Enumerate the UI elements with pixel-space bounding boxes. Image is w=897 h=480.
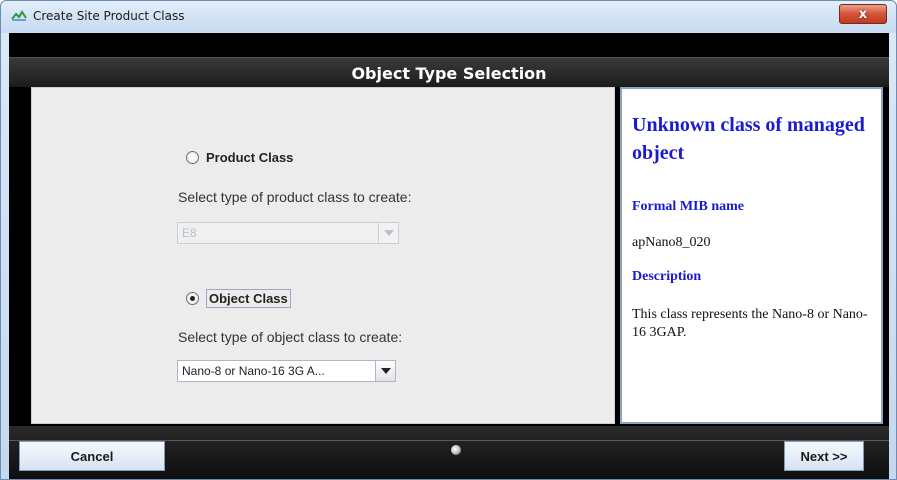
object-class-dropdown-value: Nano-8 or Nano-16 3G A... [182, 364, 325, 378]
product-class-option[interactable]: Product Class [186, 150, 293, 165]
close-icon: x [858, 6, 868, 22]
product-class-dropdown-value: E8 [182, 226, 197, 240]
mib-name-heading: Formal MIB name [632, 199, 744, 214]
dialog-window: Create Site Product Class x Object Type … [0, 0, 897, 480]
product-class-label[interactable]: Product Class [206, 150, 293, 165]
page-title: Object Type Selection [351, 64, 547, 83]
cancel-button[interactable]: Cancel [19, 441, 165, 471]
info-panel: Unknown class of managed object Formal M… [620, 87, 883, 424]
description-text: This class represents the Nano-8 or Nano… [632, 307, 868, 340]
next-button[interactable]: Next >> [784, 441, 864, 471]
app-icon [11, 10, 27, 21]
status-indicator-icon [451, 445, 461, 455]
header-bar: Object Type Selection [9, 57, 889, 87]
info-heading: Unknown class of managed object [632, 114, 865, 164]
object-class-option[interactable]: Object Class [186, 289, 291, 308]
description-heading: Description [632, 269, 702, 284]
mib-name-value: apNano8_020 [632, 235, 711, 250]
object-class-label[interactable]: Object Class [206, 289, 291, 308]
content-frame: Object Type Selection Product Class Sele… [9, 33, 889, 479]
object-class-dropdown[interactable]: Nano-8 or Nano-16 3G A... [177, 360, 396, 382]
chevron-down-icon [380, 368, 391, 374]
product-class-dropdown[interactable]: E8 [177, 222, 399, 244]
selection-panel: Product Class Select type of product cla… [31, 87, 615, 424]
product-class-prompt: Select type of product class to create: [178, 189, 412, 205]
footer-bar: Cancel Next >> [9, 426, 889, 479]
object-class-dropdown-button[interactable] [375, 361, 395, 381]
object-class-radio-icon[interactable] [186, 292, 199, 305]
chevron-down-icon [383, 230, 394, 236]
title-bar[interactable]: Create Site Product Class x [1, 1, 896, 33]
object-class-prompt: Select type of object class to create: [178, 329, 403, 345]
window-title: Create Site Product Class [33, 9, 185, 23]
close-button[interactable]: x [839, 4, 887, 24]
product-class-dropdown-button[interactable] [378, 223, 398, 243]
product-class-radio-icon[interactable] [186, 151, 199, 164]
